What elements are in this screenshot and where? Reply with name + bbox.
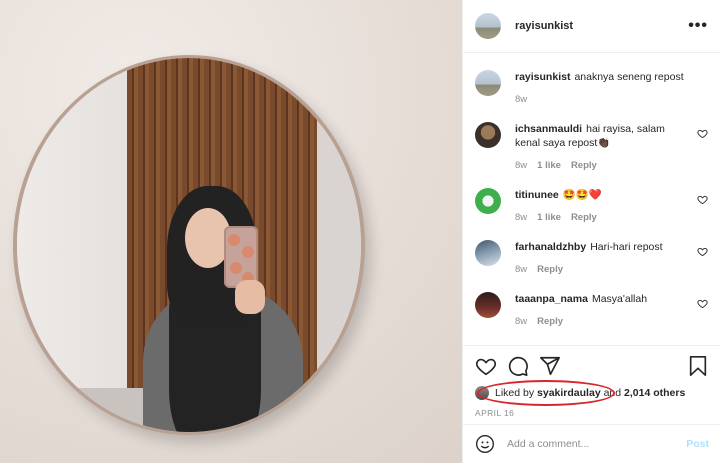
comment-time[interactable]: 8w [515,212,527,223]
taaanpa_nama-avatar[interactable] [475,292,501,318]
farhanaldzhby-avatar[interactable] [475,240,501,266]
reply-button[interactable]: Reply [571,160,597,171]
comment-username[interactable]: ichsanmauldi [515,123,582,135]
phone [224,226,258,288]
list-item: taaanpa_nama Masya'allah 8w Reply [475,292,708,327]
rayisunkist-avatar[interactable] [475,13,501,39]
titinunee-avatar[interactable] [475,188,501,214]
post-actions: Liked by syakirdaulay and 2,014 others A… [463,345,720,418]
list-item: titinunee 🤩🤩❤️ 8w 1 like Reply [475,188,708,223]
reply-button[interactable]: Reply [537,264,563,275]
hand [235,280,265,314]
post-comment-button[interactable]: Post [686,438,709,450]
post-header: rayisunkist ••• [463,0,720,53]
comment-username[interactable]: rayisunkist [515,71,570,83]
like-comment-heart-icon[interactable] [697,194,708,205]
ichsanmauldi-avatar[interactable] [475,122,501,148]
likes-count[interactable]: 2,014 others [624,387,685,399]
comment-text: 🤩🤩❤️ [562,189,602,201]
comment-icon[interactable] [507,355,529,377]
comment-likes[interactable]: 1 like [537,160,561,171]
list-item: ichsanmauldi hai rayisa, salam kenal saya… [475,122,708,171]
like-comment-heart-icon[interactable] [697,128,708,139]
post-side-panel: rayisunkist ••• rayisunkist anaknya senen… [462,0,720,463]
comment-username[interactable]: taaanpa_nama [515,293,588,305]
comments-list: rayisunkist anaknya seneng repost 8w ichs… [463,53,720,345]
reply-button[interactable]: Reply [537,316,563,327]
comment-text: Hari-hari repost [590,241,663,253]
mirror [17,58,361,432]
bookmark-icon[interactable] [687,355,709,377]
comment-time[interactable]: 8w [515,316,527,327]
comment-username[interactable]: titinunee [515,189,559,201]
list-item: farhanaldzhby Hari-hari repost 8w Reply [475,240,708,275]
comment-time[interactable]: 8w [515,160,527,171]
comment-text: Masya'allah [591,293,648,305]
rayisunkist-avatar[interactable] [475,70,501,96]
comment-text: anaknya seneng repost [574,71,684,83]
emoji-icon[interactable] [475,434,495,454]
comment-time[interactable]: 8w [515,264,527,275]
like-comment-heart-icon[interactable] [697,246,708,257]
post-username[interactable]: rayisunkist [515,20,573,32]
share-icon[interactable] [539,355,561,377]
likes-summary: Liked by syakirdaulay and 2,014 others [475,380,709,406]
heart-icon[interactable] [475,355,497,377]
like-comment-heart-icon[interactable] [697,298,708,309]
annotation-circle [477,380,615,406]
post-date[interactable]: APRIL 16 [475,408,709,418]
reply-button[interactable]: Reply [571,212,597,223]
post-photo[interactable] [0,0,462,463]
more-options-icon[interactable]: ••• [688,18,708,34]
list-item: rayisunkist anaknya seneng repost 8w [475,70,708,105]
comment-likes[interactable]: 1 like [537,212,561,223]
comment-username[interactable]: farhanaldzhby [515,241,586,253]
comment-time[interactable]: 8w [515,94,527,105]
comment-input[interactable] [507,438,687,450]
add-comment-bar: Post [463,424,720,463]
